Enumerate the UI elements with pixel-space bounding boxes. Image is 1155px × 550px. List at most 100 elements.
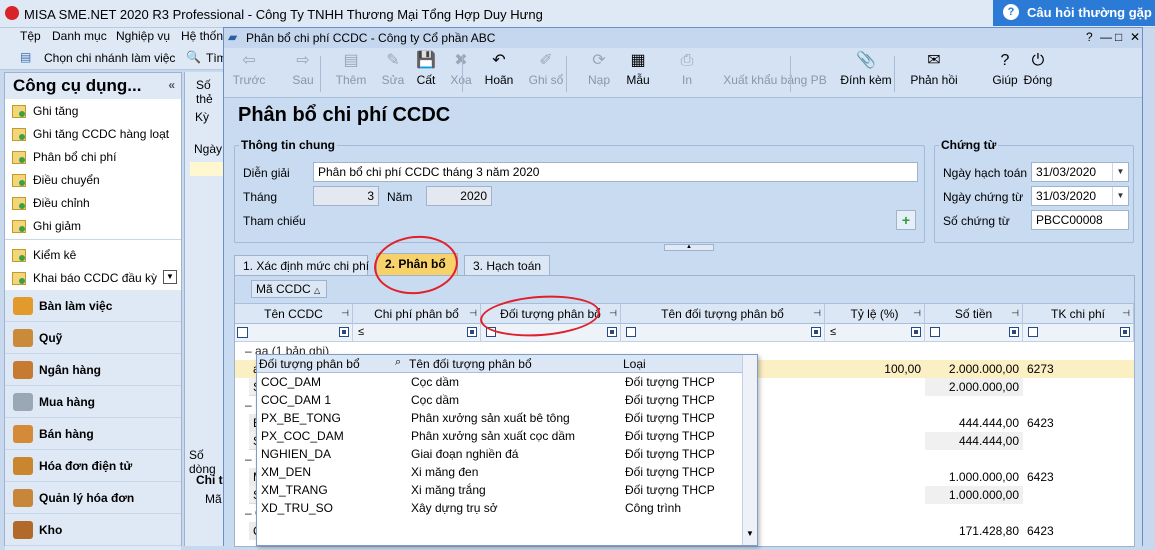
toolbar-template-button[interactable]: ▦ Mẫu — [620, 51, 656, 87]
faq-button[interactable]: ? Câu hỏi thường gặp — [993, 0, 1155, 26]
toolbar-print-button[interactable]: ⎙ In — [674, 51, 700, 87]
dropdown-option[interactable]: PX_BE_TONG Phân xưởng sản xuất bê tông Đối… — [257, 409, 742, 427]
column-header-ty-le[interactable]: Tỷ lệ (%) ⊣ — [825, 304, 925, 324]
pin-icon[interactable]: ⊣ — [913, 308, 921, 319]
choose-branch-link[interactable]: Chọn chi nhánh làm việc — [44, 51, 175, 65]
filter-operator-icon[interactable] — [607, 327, 617, 337]
pin-icon[interactable]: ⊣ — [609, 308, 617, 319]
toolbar-next-button[interactable]: ⇨ Sau — [286, 51, 320, 87]
question-icon: ? — [1003, 4, 1019, 20]
pin-icon[interactable]: ⊣ — [341, 308, 349, 319]
filter-operator-icon[interactable] — [467, 327, 477, 337]
toolbar-add-button[interactable]: ▤ Thêm — [334, 51, 368, 87]
module-ban-hang[interactable]: Bán hàng — [5, 418, 181, 450]
allocation-object-dropdown: Đối tượng phân bổ ⌕ Tên đối tượng phân b… — [256, 354, 758, 546]
dropdown-option[interactable]: XM_TRANG Xi măng trắng Đối tượng THCP — [257, 481, 742, 499]
group-by-ma-ccdc-button[interactable]: Mã CCDC △ — [251, 280, 327, 298]
filter-cell-ten-doi-tuong[interactable] — [621, 324, 825, 342]
tab-hach-toan[interactable]: 3. Hạch toán — [464, 255, 550, 275]
dropdown-option[interactable]: XM_DEN Xi măng đen Đối tượng THCP — [257, 463, 742, 481]
column-header-ten-doi-tuong[interactable]: Tên đối tượng phân bổ ⊣ — [621, 304, 825, 324]
window-help-button[interactable]: ? — [1086, 30, 1093, 44]
toolbar-export-button[interactable]: Xuất khẩu bảng PB — [720, 51, 830, 87]
invoice-manage-icon — [13, 489, 33, 507]
filter-cell-ty-le[interactable]: ≤ — [825, 324, 925, 342]
toolbar-attach-button[interactable]: 📎 Đính kèm — [836, 51, 896, 87]
filter-operator-icon[interactable] — [811, 327, 821, 337]
toolbar-undo-button[interactable]: ↶ Hoãn — [482, 51, 516, 87]
toolbar-prev-button[interactable]: ⇦ Trước — [232, 51, 266, 87]
column-header-ten-ccdc[interactable]: Tên CCDC ⊣ — [235, 304, 353, 324]
filter-operator-icon[interactable] — [1009, 327, 1019, 337]
column-header-chi-phi-phan-bo[interactable]: Chi phí phân bổ ⊣ — [353, 304, 481, 324]
column-header-tk-chi-phi[interactable]: TK chi phí ⊣ — [1023, 304, 1134, 324]
toolbar-feedback-button[interactable]: ✉ Phản hồi — [908, 51, 960, 87]
filter-operator-icon[interactable] — [1120, 327, 1130, 337]
dropdown-option[interactable]: COC_DAM Cọc dầm Đối tượng THCP — [257, 373, 742, 391]
module-quy[interactable]: Quỹ — [5, 322, 181, 354]
window-close-button[interactable]: ✕ — [1130, 30, 1140, 44]
filter-cell-chi-phi-phan-bo[interactable]: ≤ — [353, 324, 481, 342]
sidebar-item-khai-bao[interactable]: Khai báo CCDC đầu kỳ ▼ — [5, 268, 181, 290]
toolbar-reload-button[interactable]: ⟳ Nạp — [582, 51, 616, 87]
sidebar-item-ghi-tang[interactable]: Ghi tăng — [5, 101, 181, 123]
branch-icon: ▤ — [20, 50, 32, 64]
filter-operator-icon[interactable] — [911, 327, 921, 337]
menu-catalog[interactable]: Danh mục — [52, 29, 107, 43]
filter-cell-ten-ccdc[interactable] — [235, 324, 353, 342]
sidebar-item-kiem-ke[interactable]: Kiểm kê — [5, 245, 181, 267]
toolbar-separator — [462, 56, 463, 92]
pin-icon[interactable]: ⊣ — [1011, 308, 1019, 319]
sidebar-item-dieu-chinh[interactable]: Điều chỉnh — [5, 193, 181, 215]
filter-cell-so-tien[interactable] — [925, 324, 1023, 342]
window-minimize-button[interactable]: — — [1100, 30, 1112, 44]
ngay-chung-tu-input[interactable]: 31/03/2020 ▼ — [1031, 186, 1129, 206]
column-header-so-tien[interactable]: Số tiền ⊣ — [925, 304, 1023, 324]
module-kho[interactable]: Kho — [5, 514, 181, 546]
module-hoa-don-dien-tu[interactable]: Hóa đơn điện tử — [5, 450, 181, 482]
dropdown-option[interactable]: NGHIEN_DA Giai đoạn nghiền đá Đối tượng TH… — [257, 445, 742, 463]
pin-icon[interactable]: ⊣ — [469, 308, 477, 319]
dropdown-option[interactable]: XD_TRU_SO Xây dựng trụ sở Công trình — [257, 499, 742, 517]
dropdown-option[interactable]: PX_COC_DAM Phân xưởng sản xuất cọc dầm Đối… — [257, 427, 742, 445]
pin-icon[interactable]: ⊣ — [1122, 308, 1130, 319]
window-maximize-button[interactable]: □ — [1115, 30, 1122, 44]
menu-operations[interactable]: Nghiệp vụ — [116, 29, 170, 43]
toolbar-edit-button[interactable]: ✎ Sửa — [376, 51, 410, 87]
toolbar-save-button[interactable]: 💾 Cất — [412, 51, 440, 87]
dropdown-scrollbar[interactable]: ▼ — [742, 355, 757, 545]
tab-xac-dinh-muc[interactable]: 1. Xác định mức chi phí — [234, 255, 369, 275]
bg-ngay: Ngày — [194, 142, 223, 156]
menu-system[interactable]: Hệ thốn — [181, 29, 223, 43]
sidebar-item-dieu-chuyen[interactable]: Điều chuyển — [5, 170, 181, 192]
date-dropdown-icon[interactable]: ▼ — [1112, 163, 1128, 181]
dropdown-option[interactable]: COC_DAM 1 Cọc dầm Đối tượng THCP — [257, 391, 742, 409]
dien-giai-input[interactable]: Phân bổ chi phí CCDC tháng 3 năm 2020 — [313, 162, 918, 182]
scroll-down-icon[interactable]: ▼ — [746, 529, 754, 538]
pin-icon[interactable]: ⊣ — [813, 308, 821, 319]
so-chung-tu-input[interactable]: PBCC00008 — [1031, 210, 1129, 230]
filter-cell-tk-chi-phi[interactable] — [1023, 324, 1134, 342]
nam-input[interactable]: 2020 — [426, 186, 492, 206]
module-ban-lam-viec[interactable]: Bàn làm việc — [5, 290, 181, 322]
module-mua-hang[interactable]: Mua hàng — [5, 386, 181, 418]
date-dropdown-icon[interactable]: ▼ — [1112, 187, 1128, 205]
toolbar-help-button[interactable]: ? Giúp — [990, 51, 1020, 87]
sidebar-item-phan-bo[interactable]: Phân bổ chi phí — [5, 147, 181, 169]
sidebar-item-ghi-giam[interactable]: Ghi giảm — [5, 216, 181, 238]
scroll-down-icon[interactable]: ▼ — [163, 270, 177, 284]
search-icon[interactable]: 🔍 — [186, 50, 201, 64]
sidebar-item-ghi-tang-hang-loat[interactable]: Ghi tăng CCDC hàng loạt — [5, 124, 181, 146]
collapse-icon[interactable]: « — [168, 78, 175, 92]
ngay-hach-toan-input[interactable]: 31/03/2020 ▼ — [1031, 162, 1129, 182]
menu-file[interactable]: Tệp — [20, 29, 41, 43]
filter-operator-icon[interactable] — [339, 327, 349, 337]
toolbar-close-button[interactable]: ⏻ Đóng — [1020, 51, 1056, 87]
module-ngan-hang[interactable]: Ngân hàng — [5, 354, 181, 386]
toolbar-post-button[interactable]: ✐ Ghi sổ — [526, 51, 566, 87]
thang-input[interactable]: 3 — [313, 186, 379, 206]
module-quan-ly-hoa-don[interactable]: Quản lý hóa đơn — [5, 482, 181, 514]
add-reference-icon[interactable]: + — [896, 210, 916, 230]
toolbar-delete-button[interactable]: ✖ Xóa — [446, 51, 476, 87]
collapse-splitter-icon[interactable]: ▲ — [664, 244, 714, 251]
